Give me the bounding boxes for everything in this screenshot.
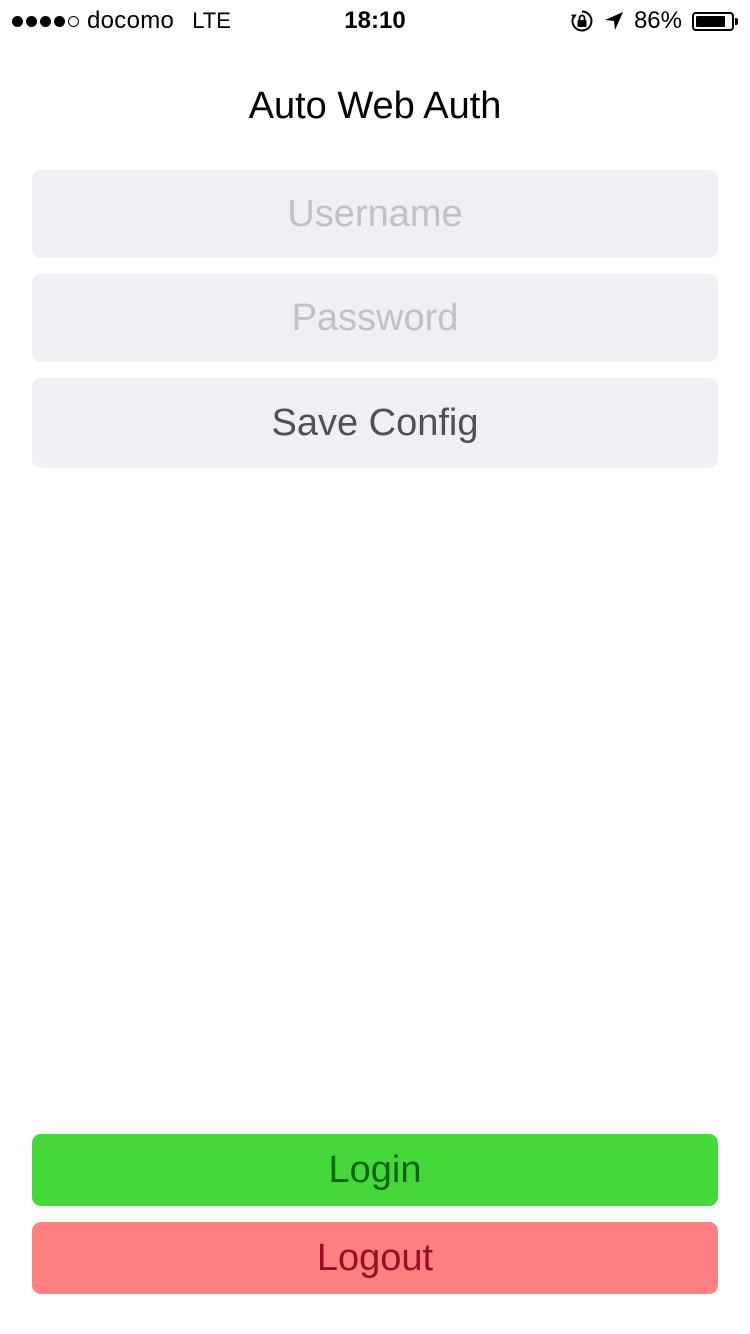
battery-level-fill bbox=[696, 15, 726, 27]
battery-percentage: 86% bbox=[633, 7, 682, 34]
status-bar: docomo LTE 18:10 86% bbox=[0, 0, 750, 40]
password-input[interactable] bbox=[32, 274, 718, 362]
logout-button[interactable]: Logout bbox=[32, 1222, 718, 1294]
battery-icon bbox=[692, 11, 738, 31]
battery-tip bbox=[735, 17, 738, 25]
username-input[interactable] bbox=[32, 170, 718, 258]
rotation-lock-icon bbox=[570, 9, 594, 33]
login-button[interactable]: Login bbox=[32, 1134, 718, 1206]
save-config-button[interactable]: Save Config bbox=[32, 378, 718, 468]
battery-body bbox=[692, 11, 734, 31]
page-title: Auto Web Auth bbox=[248, 85, 502, 127]
status-right: 86% bbox=[570, 6, 738, 36]
location-arrow-icon bbox=[604, 11, 624, 31]
